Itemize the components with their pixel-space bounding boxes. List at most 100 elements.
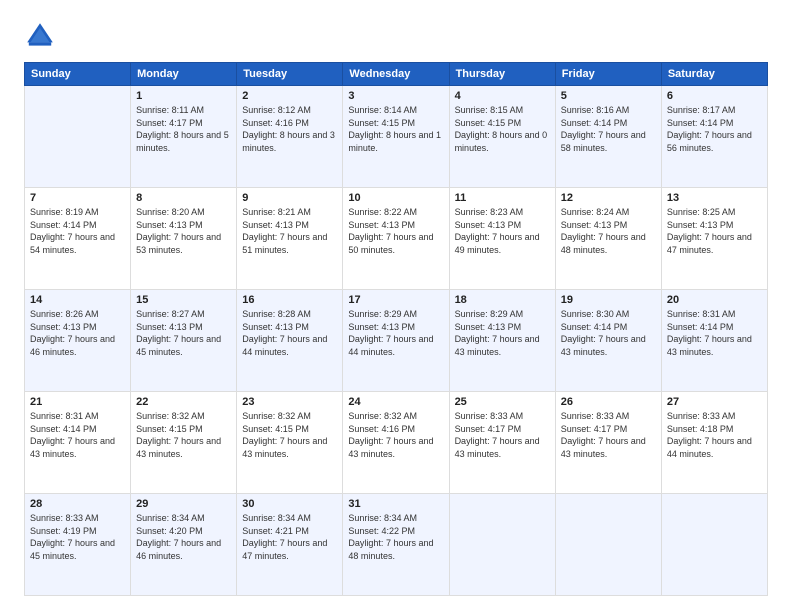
calendar-cell: 24 Sunrise: 8:32 AMSunset: 4:16 PMDayligh… [343, 392, 449, 494]
day-number: 14 [30, 294, 125, 306]
day-number: 22 [136, 396, 231, 408]
calendar-week-row: 7 Sunrise: 8:19 AMSunset: 4:14 PMDaylight… [25, 188, 768, 290]
day-info: Sunrise: 8:33 AMSunset: 4:18 PMDaylight:… [667, 410, 762, 460]
day-info: Sunrise: 8:20 AMSunset: 4:13 PMDaylight:… [136, 206, 231, 256]
calendar-cell: 14 Sunrise: 8:26 AMSunset: 4:13 PMDayligh… [25, 290, 131, 392]
calendar-cell [555, 494, 661, 596]
day-info: Sunrise: 8:32 AMSunset: 4:15 PMDaylight:… [136, 410, 231, 460]
day-number: 10 [348, 192, 443, 204]
calendar-cell: 31 Sunrise: 8:34 AMSunset: 4:22 PMDayligh… [343, 494, 449, 596]
calendar-week-row: 14 Sunrise: 8:26 AMSunset: 4:13 PMDayligh… [25, 290, 768, 392]
day-number: 28 [30, 498, 125, 510]
day-info: Sunrise: 8:21 AMSunset: 4:13 PMDaylight:… [242, 206, 337, 256]
day-info: Sunrise: 8:31 AMSunset: 4:14 PMDaylight:… [667, 308, 762, 358]
day-number: 24 [348, 396, 443, 408]
calendar-cell: 7 Sunrise: 8:19 AMSunset: 4:14 PMDaylight… [25, 188, 131, 290]
day-info: Sunrise: 8:32 AMSunset: 4:15 PMDaylight:… [242, 410, 337, 460]
day-info: Sunrise: 8:11 AMSunset: 4:17 PMDaylight:… [136, 104, 231, 154]
calendar-cell: 15 Sunrise: 8:27 AMSunset: 4:13 PMDayligh… [131, 290, 237, 392]
calendar-cell: 13 Sunrise: 8:25 AMSunset: 4:13 PMDayligh… [661, 188, 767, 290]
day-number: 13 [667, 192, 762, 204]
day-header-monday: Monday [131, 63, 237, 86]
calendar-cell: 2Sunrise: 8:12 AMSunset: 4:16 PMDaylight… [237, 86, 343, 188]
day-info: Sunrise: 8:33 AMSunset: 4:17 PMDaylight:… [455, 410, 550, 460]
day-number: 7 [30, 192, 125, 204]
day-number: 21 [30, 396, 125, 408]
day-info: Sunrise: 8:29 AMSunset: 4:13 PMDaylight:… [348, 308, 443, 358]
calendar-cell: 9 Sunrise: 8:21 AMSunset: 4:13 PMDaylight… [237, 188, 343, 290]
calendar-cell: 8 Sunrise: 8:20 AMSunset: 4:13 PMDaylight… [131, 188, 237, 290]
day-header-wednesday: Wednesday [343, 63, 449, 86]
day-number: 18 [455, 294, 550, 306]
calendar-cell: 6 Sunrise: 8:17 AMSunset: 4:14 PMDaylight… [661, 86, 767, 188]
day-info: Sunrise: 8:28 AMSunset: 4:13 PMDaylight:… [242, 308, 337, 358]
day-info: Sunrise: 8:30 AMSunset: 4:14 PMDaylight:… [561, 308, 656, 358]
day-number: 16 [242, 294, 337, 306]
day-info: Sunrise: 8:27 AMSunset: 4:13 PMDaylight:… [136, 308, 231, 358]
calendar-cell: 21 Sunrise: 8:31 AMSunset: 4:14 PMDayligh… [25, 392, 131, 494]
calendar-cell: 25 Sunrise: 8:33 AMSunset: 4:17 PMDayligh… [449, 392, 555, 494]
day-number: 4 [455, 90, 550, 102]
day-info: Sunrise: 8:33 AMSunset: 4:17 PMDaylight:… [561, 410, 656, 460]
day-header-tuesday: Tuesday [237, 63, 343, 86]
day-info: Sunrise: 8:12 AMSunset: 4:16 PMDaylight:… [242, 104, 337, 154]
day-number: 27 [667, 396, 762, 408]
day-number: 6 [667, 90, 762, 102]
day-number: 31 [348, 498, 443, 510]
day-number: 26 [561, 396, 656, 408]
calendar-cell [661, 494, 767, 596]
calendar-cell: 18Sunrise: 8:29 AMSunset: 4:13 PMDayligh… [449, 290, 555, 392]
day-header-thursday: Thursday [449, 63, 555, 86]
day-number: 12 [561, 192, 656, 204]
calendar-cell: 1 Sunrise: 8:11 AMSunset: 4:17 PMDaylight… [131, 86, 237, 188]
day-number: 20 [667, 294, 762, 306]
calendar-header-row: SundayMondayTuesdayWednesdayThursdayFrid… [25, 63, 768, 86]
calendar-cell: 26 Sunrise: 8:33 AMSunset: 4:17 PMDayligh… [555, 392, 661, 494]
calendar-cell [25, 86, 131, 188]
day-number: 1 [136, 90, 231, 102]
calendar-page: SundayMondayTuesdayWednesdayThursdayFrid… [0, 0, 792, 612]
day-info: Sunrise: 8:23 AMSunset: 4:13 PMDaylight:… [455, 206, 550, 256]
day-info: Sunrise: 8:15 AMSunset: 4:15 PMDaylight:… [455, 104, 550, 154]
calendar-cell: 5Sunrise: 8:16 AMSunset: 4:14 PMDaylight… [555, 86, 661, 188]
day-header-friday: Friday [555, 63, 661, 86]
logo-icon [24, 20, 56, 52]
calendar-cell: 30 Sunrise: 8:34 AMSunset: 4:21 PMDayligh… [237, 494, 343, 596]
calendar-cell: 12 Sunrise: 8:24 AMSunset: 4:13 PMDayligh… [555, 188, 661, 290]
day-info: Sunrise: 8:34 AMSunset: 4:21 PMDaylight:… [242, 512, 337, 562]
day-header-sunday: Sunday [25, 63, 131, 86]
day-info: Sunrise: 8:19 AMSunset: 4:14 PMDaylight:… [30, 206, 125, 256]
day-info: Sunrise: 8:34 AMSunset: 4:22 PMDaylight:… [348, 512, 443, 562]
calendar-cell: 28 Sunrise: 8:33 AMSunset: 4:19 PMDayligh… [25, 494, 131, 596]
calendar-week-row: 21 Sunrise: 8:31 AMSunset: 4:14 PMDayligh… [25, 392, 768, 494]
day-info: Sunrise: 8:32 AMSunset: 4:16 PMDaylight:… [348, 410, 443, 460]
calendar-cell: 11 Sunrise: 8:23 AMSunset: 4:13 PMDayligh… [449, 188, 555, 290]
day-number: 5 [561, 90, 656, 102]
day-number: 23 [242, 396, 337, 408]
day-info: Sunrise: 8:31 AMSunset: 4:14 PMDaylight:… [30, 410, 125, 460]
day-number: 11 [455, 192, 550, 204]
calendar-cell: 19Sunrise: 8:30 AMSunset: 4:14 PMDayligh… [555, 290, 661, 392]
day-info: Sunrise: 8:34 AMSunset: 4:20 PMDaylight:… [136, 512, 231, 562]
calendar-cell: 20 Sunrise: 8:31 AMSunset: 4:14 PMDayligh… [661, 290, 767, 392]
day-info: Sunrise: 8:25 AMSunset: 4:13 PMDaylight:… [667, 206, 762, 256]
day-number: 25 [455, 396, 550, 408]
calendar-week-row: 28 Sunrise: 8:33 AMSunset: 4:19 PMDayligh… [25, 494, 768, 596]
day-number: 8 [136, 192, 231, 204]
day-number: 15 [136, 294, 231, 306]
day-info: Sunrise: 8:24 AMSunset: 4:13 PMDaylight:… [561, 206, 656, 256]
day-number: 3 [348, 90, 443, 102]
day-info: Sunrise: 8:33 AMSunset: 4:19 PMDaylight:… [30, 512, 125, 562]
calendar-cell: 27 Sunrise: 8:33 AMSunset: 4:18 PMDayligh… [661, 392, 767, 494]
day-info: Sunrise: 8:22 AMSunset: 4:13 PMDaylight:… [348, 206, 443, 256]
day-number: 9 [242, 192, 337, 204]
calendar-cell: 22 Sunrise: 8:32 AMSunset: 4:15 PMDayligh… [131, 392, 237, 494]
day-number: 30 [242, 498, 337, 510]
day-number: 29 [136, 498, 231, 510]
day-info: Sunrise: 8:26 AMSunset: 4:13 PMDaylight:… [30, 308, 125, 358]
day-info: Sunrise: 8:17 AMSunset: 4:14 PMDaylight:… [667, 104, 762, 154]
calendar-cell: 3Sunrise: 8:14 AMSunset: 4:15 PMDaylight… [343, 86, 449, 188]
calendar-cell: 16 Sunrise: 8:28 AMSunset: 4:13 PMDayligh… [237, 290, 343, 392]
day-header-saturday: Saturday [661, 63, 767, 86]
day-number: 17 [348, 294, 443, 306]
